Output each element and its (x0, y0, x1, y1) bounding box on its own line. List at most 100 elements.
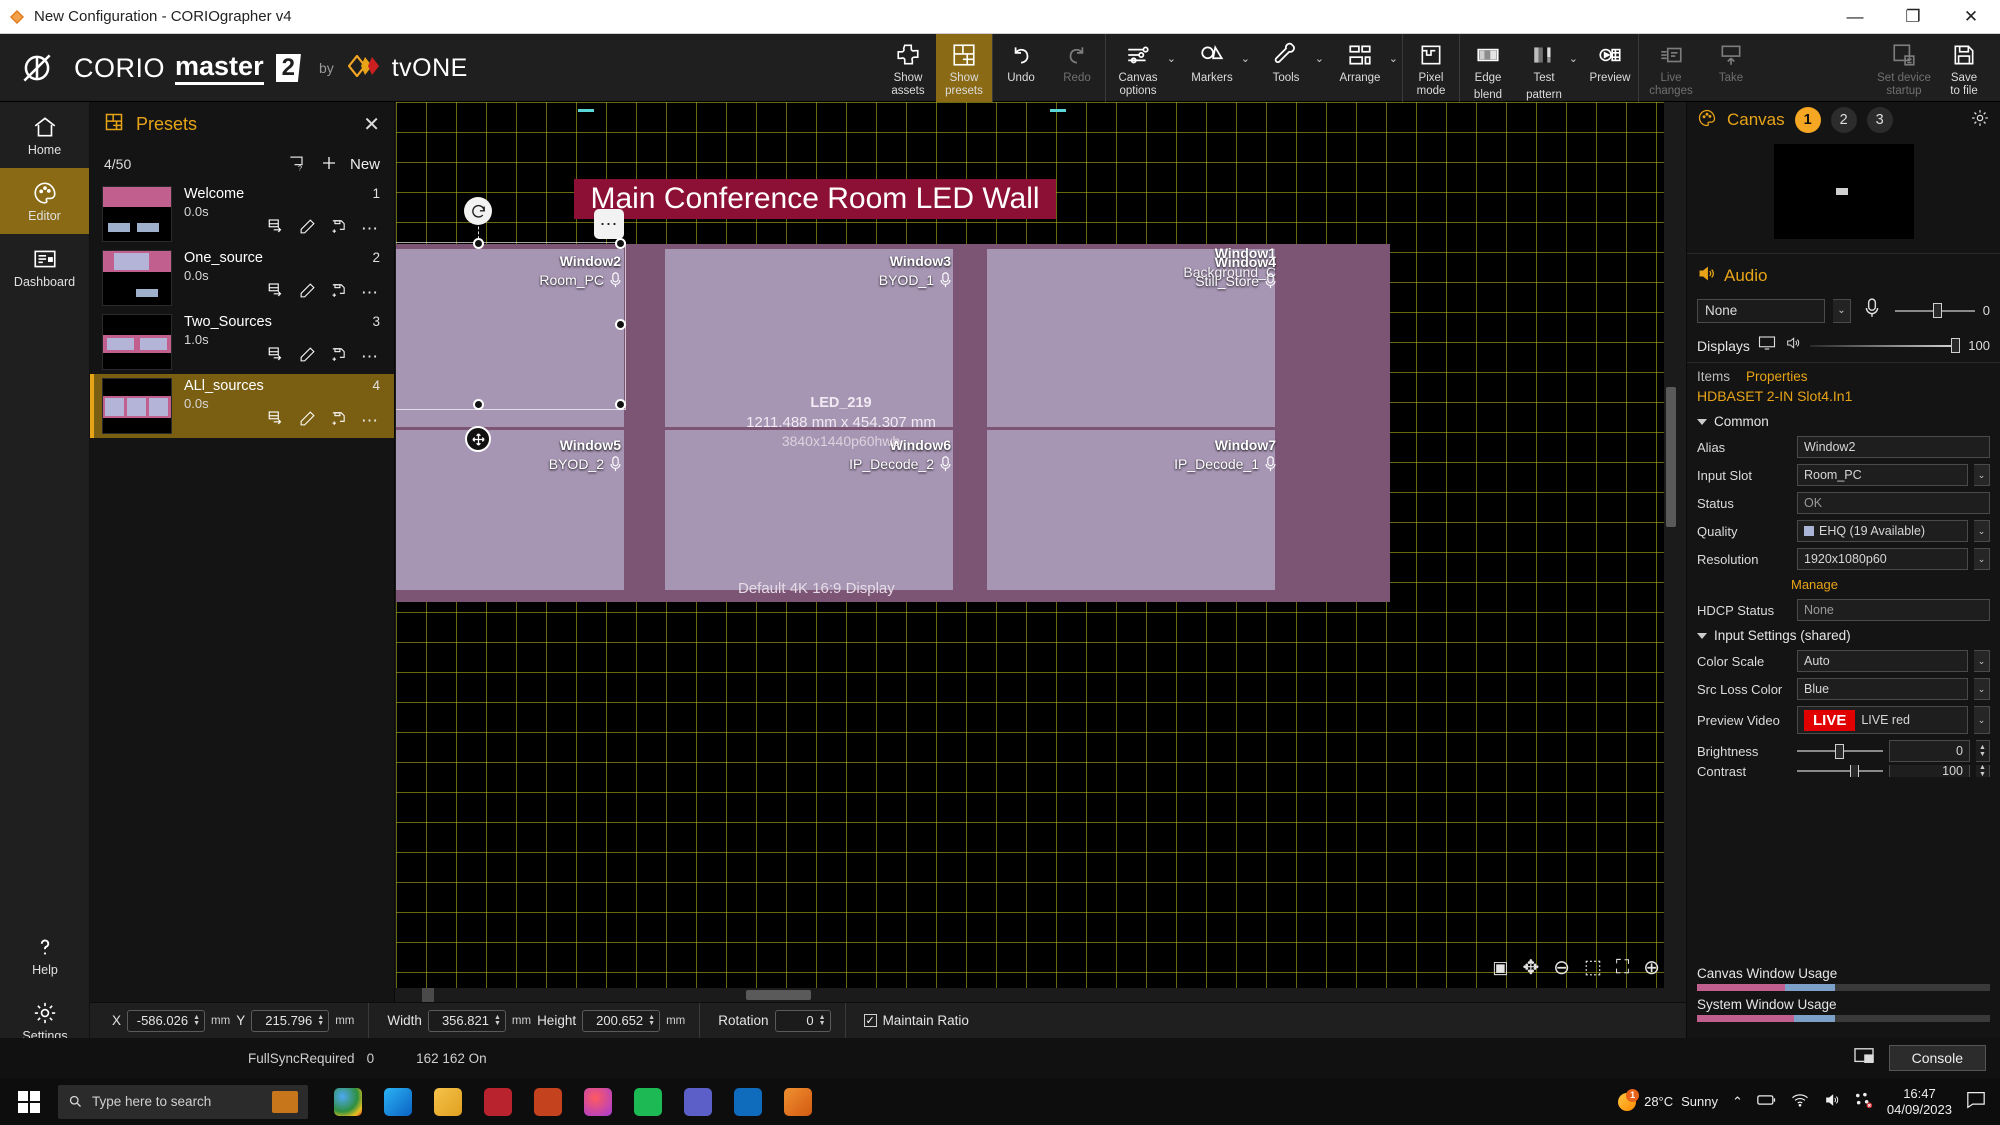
canvas-tab-2[interactable]: 2 (1830, 107, 1857, 133)
fit-screen-icon[interactable]: ⛶ (1616, 957, 1629, 979)
taskbar-clock[interactable]: 16:47 04/09/2023 (1887, 1086, 1952, 1118)
rotation-input[interactable]: 0 ▲ ▼ (774, 1009, 831, 1032)
input-slot-field[interactable]: Room_PC (1797, 464, 1968, 486)
window-context-menu-handle[interactable]: ⋯ (594, 209, 624, 239)
sidebar-item-editor[interactable]: Editor (0, 168, 89, 234)
preview-button[interactable]: Preview (1582, 34, 1638, 102)
resolution-field[interactable]: 1920x1080p60 (1797, 548, 1968, 570)
width-input[interactable]: 356.821 ▲ ▼ (427, 1009, 506, 1032)
preset-new-label[interactable]: New (350, 156, 380, 173)
edge-blend-button[interactable]: Edge blend (1460, 34, 1516, 102)
sidebar-item-home[interactable]: Home (0, 102, 89, 168)
maintain-ratio-checkbox[interactable]: ✓ (863, 1014, 877, 1027)
close-button[interactable]: ✕ (1942, 0, 2000, 34)
volume-icon[interactable] (1823, 1092, 1841, 1111)
rotation-stepper[interactable]: ▲ ▼ (819, 1014, 826, 1027)
zoom-out-icon[interactable]: ⊖ (1553, 955, 1570, 980)
show-presets-button[interactable]: Show presets (936, 34, 992, 102)
resize-handle-ne[interactable] (615, 238, 626, 249)
spotify-icon[interactable] (634, 1087, 662, 1116)
tray-expand-chevron-up-icon[interactable]: ⌃ (1732, 1094, 1743, 1110)
move-handle-icon[interactable] (465, 426, 491, 452)
start-button-icon[interactable] (0, 1090, 58, 1113)
tab-properties[interactable]: Properties (1746, 369, 1808, 384)
color-scale-field[interactable]: Auto (1797, 650, 1968, 672)
pixel-mode-button[interactable]: Pixel mode (1403, 34, 1459, 102)
sidebar-item-dashboard[interactable]: Dashboard (0, 234, 89, 300)
preview-video-chevron-down-icon[interactable]: ⌄ (1974, 706, 1990, 734)
test-pattern-chevron-down-icon[interactable]: ⌄ (1569, 52, 1578, 65)
banner-window[interactable]: Main Conference Room LED Wall (574, 179, 1056, 219)
canvas-tab-1[interactable]: 1 (1794, 107, 1821, 133)
coriographer-icon[interactable] (784, 1087, 812, 1116)
preset-row[interactable]: Welcome 0.0s 1 ⋯ (90, 182, 394, 246)
tools-chevron-down-icon[interactable]: ⌄ (1315, 52, 1324, 65)
powerpoint-icon[interactable] (534, 1087, 562, 1116)
vertical-scroll-thumb[interactable] (1666, 387, 1676, 527)
canvas-tab-3[interactable]: 3 (1866, 107, 1893, 133)
preset-recall-icon[interactable] (267, 281, 285, 304)
collapse-triangle-icon[interactable] (1697, 418, 1707, 425)
preset-save-icon[interactable] (330, 218, 347, 240)
resize-handle-se[interactable] (615, 399, 626, 410)
pan-icon[interactable]: ✥ (1522, 955, 1539, 980)
network-error-icon[interactable] (1855, 1092, 1873, 1111)
preset-edit-icon[interactable] (299, 282, 316, 304)
preset-more-icon[interactable]: ⋯ (361, 411, 380, 431)
canvas-settings-gear-icon[interactable] (1970, 108, 1990, 133)
take-button[interactable]: Take (1703, 34, 1759, 102)
width-stepper[interactable]: ▲ ▼ (494, 1014, 501, 1027)
displays-level-slider[interactable] (1809, 337, 1961, 355)
monitor-icon[interactable] (1758, 335, 1776, 356)
tools-button[interactable]: ⌄ Tools (1254, 34, 1324, 102)
contrast-value[interactable]: 100 (1889, 765, 1970, 777)
edge-icon[interactable] (384, 1087, 412, 1116)
fit-width-icon[interactable]: ⬚ (1584, 956, 1602, 979)
sidebar-item-help[interactable]: Help (0, 922, 90, 988)
input-slot-chevron-down-icon[interactable]: ⌄ (1974, 464, 1990, 486)
redo-button[interactable]: Redo (1049, 34, 1105, 102)
arrange-chevron-down-icon[interactable]: ⌄ (1389, 52, 1398, 65)
notification-center-icon[interactable] (1966, 1091, 1986, 1112)
contrast-stepper[interactable]: ▲ ▼ (1976, 765, 1990, 777)
chrome-icon[interactable] (334, 1087, 362, 1116)
preset-more-icon[interactable]: ⋯ (361, 283, 380, 303)
taskbar-search-input[interactable]: Type here to search (58, 1084, 308, 1119)
quality-chevron-down-icon[interactable]: ⌄ (1974, 520, 1990, 542)
canvas-options-chevron-down-icon[interactable]: ⌄ (1167, 52, 1176, 65)
set-device-startup-button[interactable]: Set device startup (1872, 34, 1936, 102)
preset-recall-icon[interactable] (267, 345, 285, 368)
contrast-slider[interactable] (1797, 765, 1883, 777)
battery-icon[interactable] (1757, 1093, 1777, 1110)
audio-source-select[interactable]: None (1697, 298, 1825, 323)
preview-video-field-wrap[interactable]: LIVE LIVE red (1797, 706, 1968, 734)
console-button[interactable]: Console (1888, 1045, 1986, 1071)
preset-edit-icon[interactable] (299, 346, 316, 368)
arrange-button[interactable]: ⌄ Arrange (1328, 34, 1398, 102)
preset-more-icon[interactable]: ⋯ (361, 347, 380, 367)
disconnected-plug-icon[interactable] (18, 49, 56, 87)
acrobat-icon[interactable] (484, 1087, 512, 1116)
minimize-button[interactable]: — (1826, 0, 1884, 34)
horizontal-scroll-thumb[interactable] (746, 990, 811, 1000)
resize-handle-e[interactable] (615, 319, 626, 330)
height-stepper[interactable]: ▲ ▼ (648, 1014, 655, 1027)
src-loss-color-chevron-down-icon[interactable]: ⌄ (1974, 678, 1990, 700)
undo-button[interactable]: Undo (993, 34, 1049, 102)
preset-recall-icon[interactable] (267, 217, 285, 240)
x-input[interactable]: -586.026 ▲ ▼ (127, 1009, 206, 1032)
preset-save-icon[interactable] (330, 346, 347, 368)
canvas-vertical-scrollbar[interactable] (1664, 102, 1678, 988)
audio-level-slider[interactable] (1895, 302, 1975, 320)
color-scale-chevron-down-icon[interactable]: ⌄ (1974, 650, 1990, 672)
file-explorer-icon[interactable] (434, 1087, 462, 1116)
presets-close-icon[interactable]: ✕ (363, 112, 380, 137)
y-stepper[interactable]: ▲ ▼ (317, 1014, 324, 1027)
alias-field[interactable]: Window2 (1797, 436, 1990, 458)
canvas-minimap[interactable] (1773, 144, 1914, 239)
brightness-value[interactable]: 0 (1889, 740, 1970, 762)
src-loss-color-field[interactable]: Blue (1797, 678, 1968, 700)
canvas-options-button[interactable]: ⌄ Canvas options (1106, 34, 1176, 102)
collapse-triangle-icon[interactable] (1697, 632, 1707, 639)
rotate-handle-icon[interactable] (464, 197, 492, 225)
